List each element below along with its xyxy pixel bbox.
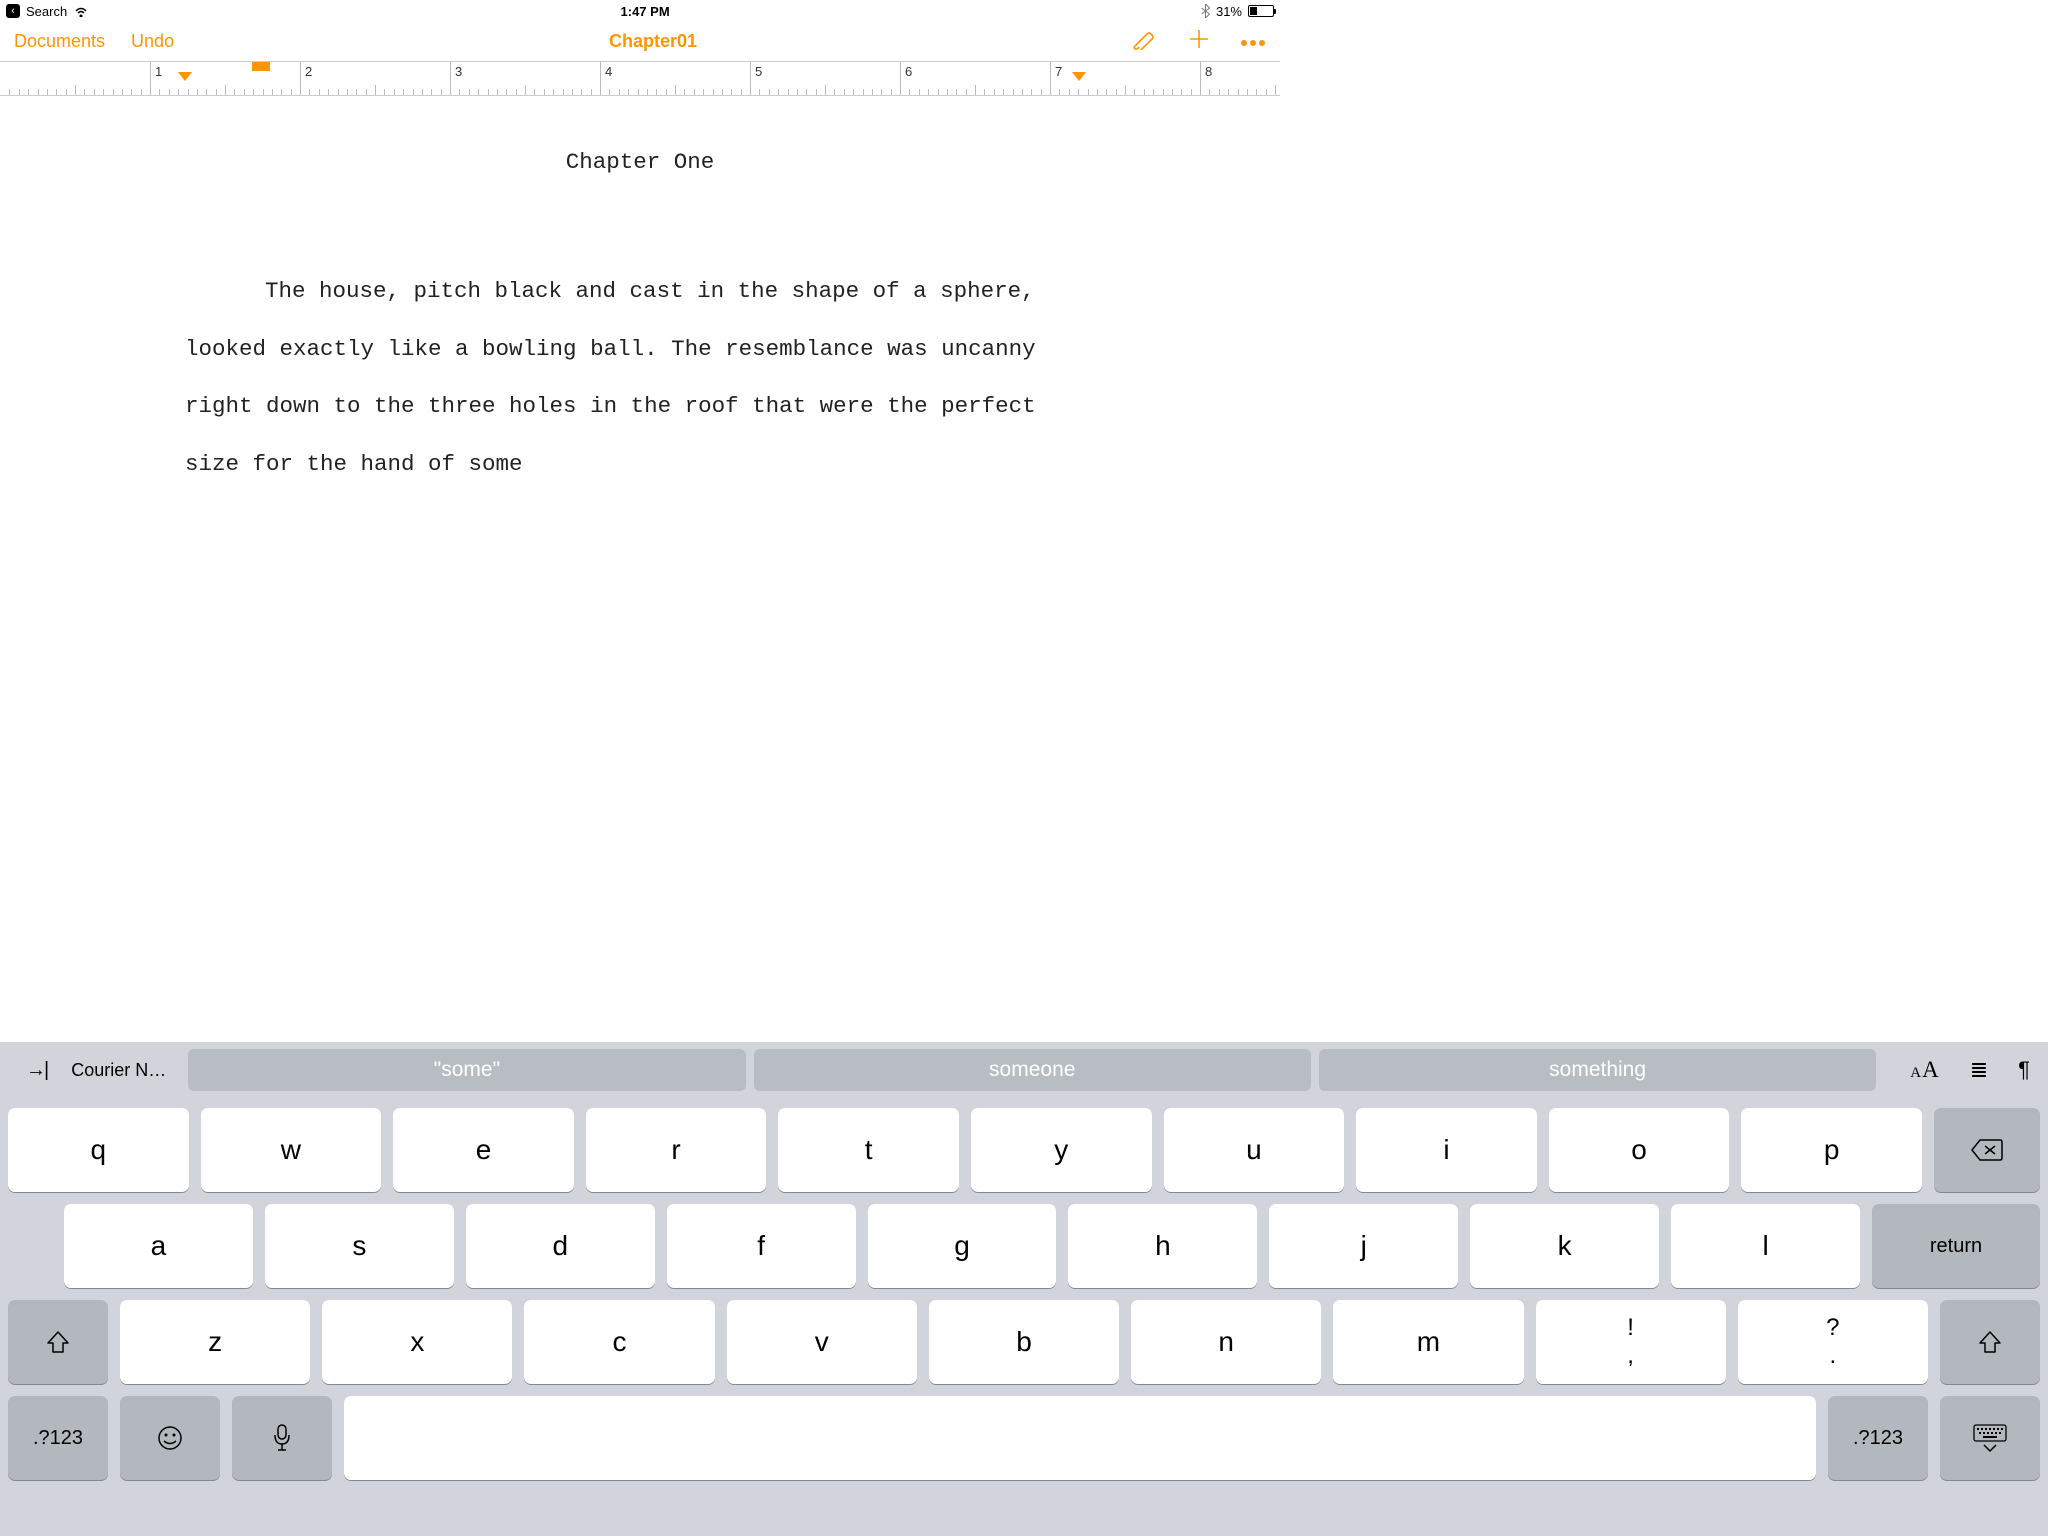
document-area[interactable]: Chapter One The house, pitch black and c… (0, 96, 1280, 493)
first-line-indent-marker[interactable] (252, 62, 270, 71)
key-h[interactable]: h (1068, 1204, 1257, 1288)
emoji-key[interactable] (120, 1396, 220, 1480)
key-x[interactable]: x (322, 1300, 512, 1384)
doc-body[interactable]: The house, pitch black and cast in the s… (185, 263, 1095, 493)
key-v[interactable]: v (727, 1300, 917, 1384)
ruler-label-8: 8 (1200, 62, 1212, 95)
key-l[interactable]: l (1671, 1204, 1860, 1288)
ruler-label-4: 4 (600, 62, 612, 95)
ruler-label-3: 3 (450, 62, 462, 95)
text-size-icon[interactable]: AA (1910, 1057, 1939, 1083)
back-to-search-chip-icon[interactable]: ‹ (6, 4, 20, 18)
key-d[interactable]: d (466, 1204, 655, 1288)
left-indent-marker[interactable] (178, 72, 192, 81)
key-m[interactable]: m (1333, 1300, 1523, 1384)
shift-key-left[interactable] (8, 1300, 108, 1384)
back-to-search-label[interactable]: Search (26, 4, 67, 19)
key-a[interactable]: a (64, 1204, 253, 1288)
dictation-key[interactable] (232, 1396, 332, 1480)
ruler-label-1: 1 (150, 62, 162, 95)
ruler-label-6: 6 (900, 62, 912, 95)
microphone-icon (272, 1423, 292, 1453)
suggestion-3[interactable]: something (1319, 1049, 1876, 1091)
suggestion-2[interactable]: someone (754, 1049, 1311, 1091)
bluetooth-icon (1201, 4, 1210, 18)
paragraph-style-icon[interactable]: ¶ (2018, 1057, 2030, 1083)
undo-button[interactable]: Undo (131, 31, 174, 52)
alignment-icon[interactable]: ≣ (1970, 1057, 1988, 1083)
number-switch-key-right[interactable]: .?123 (1828, 1396, 1928, 1480)
key-f[interactable]: f (667, 1204, 856, 1288)
shift-icon (1977, 1329, 2003, 1355)
keyboard: →| Courier N… "some" someone something A… (0, 1042, 2048, 1536)
key-question-period[interactable]: ? . (1738, 1300, 1928, 1384)
backspace-key[interactable] (1934, 1108, 2040, 1192)
hide-keyboard-key[interactable] (1940, 1396, 2040, 1480)
key-w[interactable]: w (201, 1108, 382, 1192)
document-title[interactable]: Chapter01 (174, 31, 1132, 52)
add-icon[interactable] (1188, 28, 1210, 55)
key-t[interactable]: t (778, 1108, 959, 1192)
key-n[interactable]: n (1131, 1300, 1321, 1384)
key-s[interactable]: s (265, 1204, 454, 1288)
key-b[interactable]: b (929, 1300, 1119, 1384)
right-indent-marker[interactable] (1072, 72, 1086, 81)
status-bar: ‹ Search 1:47 PM 31% (0, 0, 1280, 22)
more-icon[interactable] (1240, 31, 1266, 52)
ruler-label-7: 7 (1050, 62, 1062, 95)
key-r[interactable]: r (586, 1108, 767, 1192)
key-c[interactable]: c (524, 1300, 714, 1384)
key-u[interactable]: u (1164, 1108, 1345, 1192)
ruler-label-5: 5 (750, 62, 762, 95)
key-e[interactable]: e (393, 1108, 574, 1192)
key-k[interactable]: k (1470, 1204, 1659, 1288)
shift-key-right[interactable] (1940, 1300, 2040, 1384)
hide-keyboard-icon (1972, 1423, 2008, 1453)
ruler-label-2: 2 (300, 62, 312, 95)
key-i[interactable]: i (1356, 1108, 1537, 1192)
key-y[interactable]: y (971, 1108, 1152, 1192)
number-switch-key-left[interactable]: .?123 (8, 1396, 108, 1480)
return-key[interactable]: return (1872, 1204, 2040, 1288)
key-q[interactable]: q (8, 1108, 189, 1192)
suggestion-1[interactable]: "some" (188, 1049, 745, 1091)
documents-button[interactable]: Documents (14, 31, 105, 52)
battery-percent: 31% (1216, 4, 1242, 19)
app-toolbar: Documents Undo Chapter01 (0, 22, 1280, 62)
space-key[interactable] (344, 1396, 1816, 1480)
key-o[interactable]: o (1549, 1108, 1730, 1192)
shift-icon (45, 1329, 71, 1355)
font-picker[interactable]: Courier N… (71, 1060, 166, 1081)
key-g[interactable]: g (868, 1204, 1057, 1288)
tab-indent-icon[interactable]: →| (26, 1059, 47, 1082)
doc-heading[interactable]: Chapter One (185, 134, 1095, 191)
backspace-icon (1970, 1138, 2004, 1162)
suggestions-bar: "some" someone something (188, 1049, 1876, 1091)
key-exclaim-comma[interactable]: ! , (1536, 1300, 1726, 1384)
key-p[interactable]: p (1741, 1108, 1922, 1192)
format-brush-icon[interactable] (1132, 28, 1158, 55)
key-z[interactable]: z (120, 1300, 310, 1384)
ruler[interactable]: 1 2 3 4 5 6 7 8 (0, 62, 1280, 96)
battery-icon (1248, 5, 1274, 17)
key-j[interactable]: j (1269, 1204, 1458, 1288)
status-time: 1:47 PM (89, 4, 1201, 19)
keyboard-toolbar: →| Courier N… "some" someone something A… (0, 1042, 2048, 1098)
emoji-icon (156, 1424, 184, 1452)
wifi-icon (73, 5, 89, 17)
